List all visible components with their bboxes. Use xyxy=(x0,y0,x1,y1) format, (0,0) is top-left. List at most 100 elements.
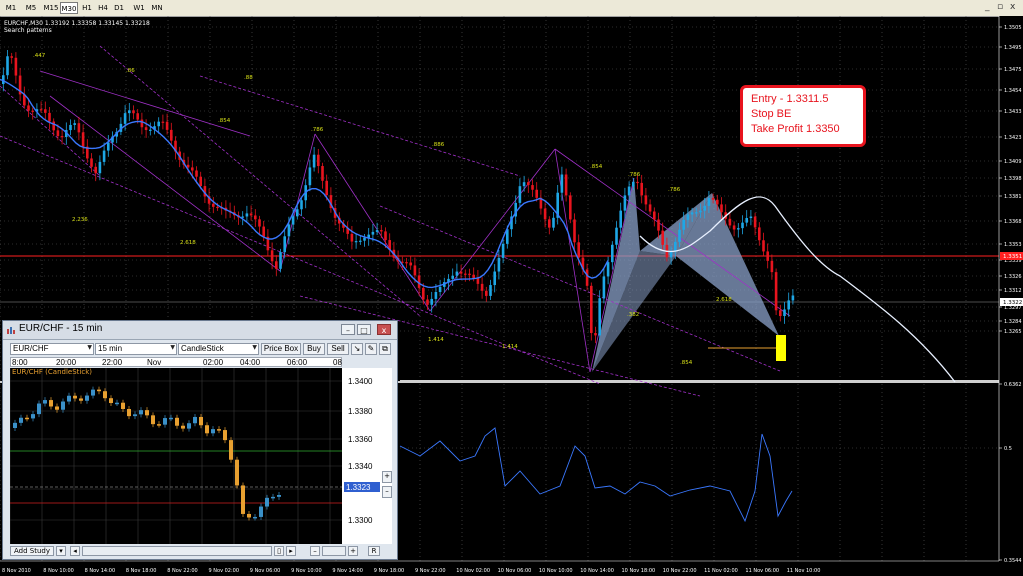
maximize-icon[interactable]: □ xyxy=(357,324,371,335)
candle-body xyxy=(468,273,471,275)
timeframe-button-m5[interactable]: M5 xyxy=(24,2,38,14)
ratio-label: 1.414 xyxy=(502,344,518,350)
scroll-handle-icon[interactable]: ▯ xyxy=(274,546,284,556)
candle-body xyxy=(745,218,748,223)
candle-body xyxy=(657,219,660,231)
candle-body xyxy=(753,216,757,228)
candle-body xyxy=(77,123,81,133)
zoom-plus-icon[interactable]: + xyxy=(382,471,392,483)
candle-body xyxy=(489,285,492,296)
reset-button[interactable]: R xyxy=(368,546,380,556)
candle-body xyxy=(199,176,202,187)
sub-price-label: 1.3380 xyxy=(348,407,373,416)
candle-body xyxy=(191,167,194,171)
candle-body xyxy=(548,219,551,228)
price-label: 1.3312 xyxy=(1004,288,1022,294)
candle-body xyxy=(405,262,408,264)
time-label: 8 Nov 2010 xyxy=(2,568,31,574)
time-label: 9 Nov 10:00 xyxy=(291,568,322,574)
candle-body xyxy=(123,113,127,124)
price-label: 1.3284 xyxy=(1004,319,1022,325)
current-price: 1.3351 xyxy=(1003,254,1022,260)
timeframe-toolbar: M1 M5 M15 M30 H1 H4 D1 W1 MN _ ▫ x xyxy=(0,0,1023,17)
add-study-button[interactable]: Add Study xyxy=(10,546,54,556)
zoom-out-icon[interactable]: – xyxy=(310,546,320,556)
horizontal-scrollbar[interactable] xyxy=(82,546,272,556)
ratio-label: .854 xyxy=(218,118,231,124)
timeframe-button-m1[interactable]: M1 xyxy=(4,2,18,14)
timeframe-button-h1[interactable]: H1 xyxy=(80,2,94,14)
buy-button[interactable]: Buy xyxy=(303,343,325,355)
sub-candle-body xyxy=(139,410,143,415)
candle-body xyxy=(149,129,152,131)
sub-candle-body xyxy=(145,410,149,416)
candle-body xyxy=(787,300,790,310)
sub-candle-body xyxy=(109,398,113,404)
sub-candle-body xyxy=(103,391,107,399)
price-box-button[interactable]: Price Box xyxy=(261,343,301,355)
ratio-label: 2.618 xyxy=(716,297,732,303)
symbol-select[interactable]: EUR/CHF ▼ xyxy=(10,343,94,355)
trade-note: Entry - 1.3311.5 Stop BE Take Profit 1.3… xyxy=(740,85,866,147)
timeframe-button-h4[interactable]: H4 xyxy=(96,2,110,14)
timeframe-button-mn[interactable]: MN xyxy=(150,2,164,14)
price-label: 1.3326 xyxy=(1004,274,1022,280)
sub-candle-body xyxy=(211,429,215,434)
timeframe-button-d1[interactable]: D1 xyxy=(112,2,126,14)
stop-text: Stop BE xyxy=(751,108,792,120)
chevron-down-icon[interactable]: ▾ xyxy=(56,546,66,556)
candle-body xyxy=(648,204,652,212)
sub-price-pane[interactable]: EUR/CHF (CandleStick) xyxy=(9,368,342,544)
sell-button[interactable]: Sell xyxy=(327,343,349,355)
time-label: 10 Nov 14:00 xyxy=(580,568,614,574)
candle-body xyxy=(291,216,295,225)
bid-price: 1.3322 xyxy=(1003,300,1022,306)
candle-body xyxy=(44,109,47,113)
candle-body xyxy=(245,213,249,217)
scroll-left-icon[interactable]: ◂ xyxy=(70,546,80,556)
candle-body xyxy=(695,212,698,214)
interval-select[interactable]: 15 min ▼ xyxy=(95,343,177,355)
candle-body xyxy=(69,124,72,131)
chevron-down-icon: ▼ xyxy=(87,344,92,351)
timeframe-button-m30[interactable]: M30 xyxy=(60,2,78,14)
zoom-slider[interactable] xyxy=(322,546,346,556)
candle-body xyxy=(779,310,782,317)
time-label: 8 Nov 18:00 xyxy=(126,568,157,574)
candle-body xyxy=(161,121,165,123)
close-icon[interactable]: x xyxy=(377,324,391,335)
candle-body xyxy=(518,186,522,203)
close-button[interactable]: x xyxy=(1010,0,1015,14)
zoom-in-icon[interactable]: + xyxy=(348,546,358,556)
scroll-right-icon[interactable]: ▸ xyxy=(286,546,296,556)
price-axis xyxy=(999,16,1023,576)
zoom-minus-icon[interactable]: – xyxy=(382,486,392,498)
sub-candle-body xyxy=(193,416,197,424)
eurchf-15min-window[interactable]: EUR/CHF - 15 min – □ x EUR/CHF ▼ 15 min ▼ … xyxy=(2,320,398,560)
candle-body xyxy=(430,298,433,305)
candle-body xyxy=(157,121,160,127)
minimize-icon[interactable]: – xyxy=(341,324,355,335)
minimize-button[interactable]: _ xyxy=(985,0,990,14)
pattern-line xyxy=(554,148,591,373)
candle-body xyxy=(6,56,9,76)
candle-body xyxy=(254,215,257,220)
sub-candle-body xyxy=(169,417,173,420)
window-titlebar[interactable]: EUR/CHF - 15 min – □ x xyxy=(3,321,397,340)
time-label: 11 Nov 06:00 xyxy=(745,568,779,574)
pattern-line xyxy=(314,133,431,312)
candle-body xyxy=(165,121,169,130)
restore-button[interactable]: ▫ xyxy=(997,0,1003,14)
time-label: 9 Nov 22:00 xyxy=(415,568,446,574)
chart-type-select[interactable]: CandleStick ▼ xyxy=(178,343,259,355)
timeframe-button-m15[interactable]: M15 xyxy=(42,2,60,14)
timeframe-button-w1[interactable]: W1 xyxy=(132,2,146,14)
candle-body xyxy=(380,230,383,232)
popout-icon[interactable]: ⧉ xyxy=(379,343,391,355)
pencil-icon[interactable]: ✎ xyxy=(365,343,377,355)
sub-candle-body xyxy=(265,497,269,507)
candle-body xyxy=(480,283,484,291)
candle-body xyxy=(136,113,139,120)
candle-body xyxy=(669,251,673,258)
draw-tool-icon[interactable]: ↘ xyxy=(351,343,363,355)
